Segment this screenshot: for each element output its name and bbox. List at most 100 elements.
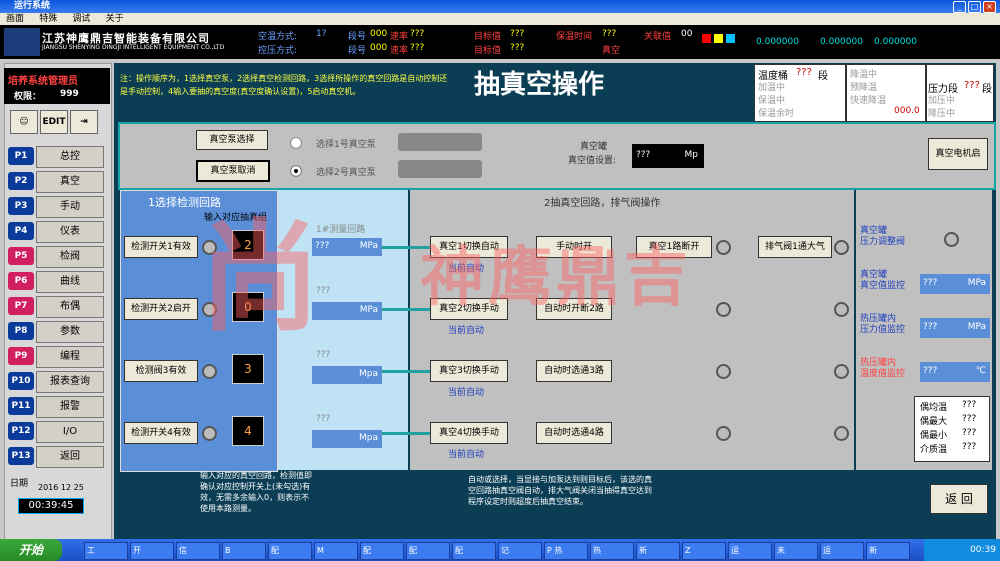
nav-item-p3[interactable]: P3 手动 xyxy=(8,196,106,218)
taskbar-item[interactable]: B xyxy=(222,542,266,560)
taskbar-item[interactable]: 配 xyxy=(406,542,450,560)
nav-label: 仪表 xyxy=(36,221,104,243)
nav-label: 真空 xyxy=(36,171,104,193)
measure-value-field: Mpa xyxy=(312,366,382,384)
vacuum-setting-unit: Mp xyxy=(684,150,698,160)
stat-label: 偶最小 xyxy=(920,431,948,441)
taskbar-item[interactable]: 运 xyxy=(728,542,772,560)
company-logo xyxy=(4,28,40,56)
nav-item-p1[interactable]: P1 总控 xyxy=(8,146,106,168)
taskbar-item[interactable]: 开 xyxy=(130,542,174,560)
taskbar-item[interactable]: M xyxy=(314,542,358,560)
header-value: 000 xyxy=(370,43,388,53)
circuit-mode-label: 当前自动 xyxy=(448,388,485,398)
taskbar-item[interactable]: 记 xyxy=(498,542,542,560)
color-indicator xyxy=(726,34,735,43)
stat-label: 偶均温 xyxy=(920,403,948,413)
nav-label: 报表查询 xyxy=(36,371,104,393)
detect-footnote: 输入对应的真空回路，检测值即确认对应控制开关上(未勾选)有效，无需多余输入0，则… xyxy=(200,471,312,513)
nav-item-p4[interactable]: P4 仪表 xyxy=(8,221,106,243)
exit-icon-button[interactable]: ⇥ xyxy=(70,110,98,134)
exhaust-valve-button[interactable]: 排气阀1通大气 xyxy=(758,236,832,258)
circuit-auto-button[interactable]: 自动时选通3路 xyxy=(536,360,612,382)
menu-item[interactable]: 特殊 xyxy=(39,13,57,25)
menu-item[interactable]: 调试 xyxy=(72,13,90,25)
vacuum-motor-start-button[interactable]: 真空电机启 xyxy=(928,138,988,170)
nav-code: P12 xyxy=(8,422,34,440)
pump1-radio[interactable] xyxy=(290,137,302,149)
nav-label: 总控 xyxy=(36,146,104,168)
monitor-label: 热压罐内 温度值监控 xyxy=(860,358,906,379)
detect-switch-button[interactable]: 检测开关4有效 xyxy=(124,422,198,444)
nav-item-p11[interactable]: P11 报警 xyxy=(8,396,106,418)
detect-switch-button[interactable]: 检测开关1有效 xyxy=(124,236,198,258)
detect-switch-button[interactable]: 检测开关2启开 xyxy=(124,298,198,320)
taskbar-item[interactable]: 工 xyxy=(84,542,128,560)
tank-label: 真空罐 xyxy=(580,142,608,152)
menu-item[interactable]: 关于 xyxy=(106,13,124,25)
color-indicator xyxy=(702,34,711,43)
nav-item-p10[interactable]: P10 报表查询 xyxy=(8,371,106,393)
detect-group-value[interactable]: 4 xyxy=(232,416,264,446)
measure-value-field: Mpa xyxy=(312,430,382,448)
return-button[interactable]: 返 回 xyxy=(930,484,988,514)
header-label: 关联值 xyxy=(644,32,672,42)
maximize-button[interactable]: □ xyxy=(968,1,981,13)
nav-item-p6[interactable]: P6 曲线 xyxy=(8,271,106,293)
circuit-manual-button[interactable]: 真空3切换手动 xyxy=(430,360,508,382)
header-label: 段号 xyxy=(348,32,367,42)
nav-item-p5[interactable]: P5 检阀 xyxy=(8,246,106,268)
taskbar-item[interactable]: Z xyxy=(682,542,726,560)
pump-cancel-button[interactable]: 真空泵取消 xyxy=(196,160,270,182)
measure-unit: MPa xyxy=(359,241,378,251)
taskbar-item[interactable]: 新 xyxy=(636,542,680,560)
pressure-status-value: ??? xyxy=(964,80,980,91)
status-line: 保温中 xyxy=(758,96,786,106)
user-icon-button[interactable]: ☺ xyxy=(10,110,38,134)
nav-item-p13[interactable]: P13 返回 xyxy=(8,446,106,468)
pump2-radio[interactable] xyxy=(290,165,302,177)
minimize-button[interactable]: _ xyxy=(953,1,966,13)
nav-item-p9[interactable]: P9 编程 xyxy=(8,346,106,368)
taskbar-item[interactable]: 配 xyxy=(452,542,496,560)
permission-label: 权限： xyxy=(14,92,42,102)
header-label: 速率 xyxy=(390,32,409,42)
nav-item-p8[interactable]: P8 参数 xyxy=(8,321,106,343)
edit-button[interactable]: EDIT xyxy=(40,110,68,134)
taskbar-item[interactable]: 新 xyxy=(866,542,910,560)
header-label: 目标值 xyxy=(474,46,502,56)
pump-select-button[interactable]: 真空泵选择 xyxy=(196,130,268,150)
menu-item[interactable]: 画面 xyxy=(6,13,24,25)
pressure-status-suffix: 段 xyxy=(982,84,992,95)
circuit-indicator xyxy=(834,364,849,379)
detect-switch-button[interactable]: 检测阀3有效 xyxy=(124,360,198,382)
nav-code: P9 xyxy=(8,347,34,365)
circuit-manual-button[interactable]: 真空4切换手动 xyxy=(430,422,508,444)
taskbar-item[interactable]: 配 xyxy=(360,542,404,560)
taskbar-item[interactable]: 配 xyxy=(268,542,312,560)
monitor-label: 热压罐内 压力值监控 xyxy=(860,314,906,335)
circuit-auto-button[interactable]: 自动时选通4路 xyxy=(536,422,612,444)
taskbar-item[interactable]: 信 xyxy=(176,542,220,560)
taskbar-item[interactable]: 运 xyxy=(820,542,864,560)
nav-item-p2[interactable]: P2 真空 xyxy=(8,171,106,193)
detect-group-value[interactable]: 3 xyxy=(232,354,264,384)
taskbar-item[interactable]: P 热 xyxy=(544,542,588,560)
nav-code: P11 xyxy=(8,397,34,415)
nav-code: P4 xyxy=(8,222,34,240)
header-label: 保温时间 xyxy=(556,32,593,42)
status-line: 降压中 xyxy=(928,109,956,119)
taskbar-item[interactable]: 未 xyxy=(774,542,818,560)
header-value: ??? xyxy=(510,29,525,39)
start-button[interactable]: 开始 xyxy=(0,539,62,561)
header-value: 真空 xyxy=(602,46,621,56)
nav-item-p7[interactable]: P7 布偶 xyxy=(8,296,106,318)
vacuum-setting-field[interactable]: ??? Mp xyxy=(632,144,704,168)
close-button[interactable]: × xyxy=(983,1,996,13)
header-value: 00 xyxy=(681,29,693,39)
nav-item-p12[interactable]: P12 I/O xyxy=(8,421,106,443)
detect-indicator xyxy=(202,364,217,379)
monitor-unit: MPa xyxy=(967,278,986,288)
monitor-value-field: ??? MPa xyxy=(920,274,990,294)
taskbar-item[interactable]: 热 xyxy=(590,542,634,560)
